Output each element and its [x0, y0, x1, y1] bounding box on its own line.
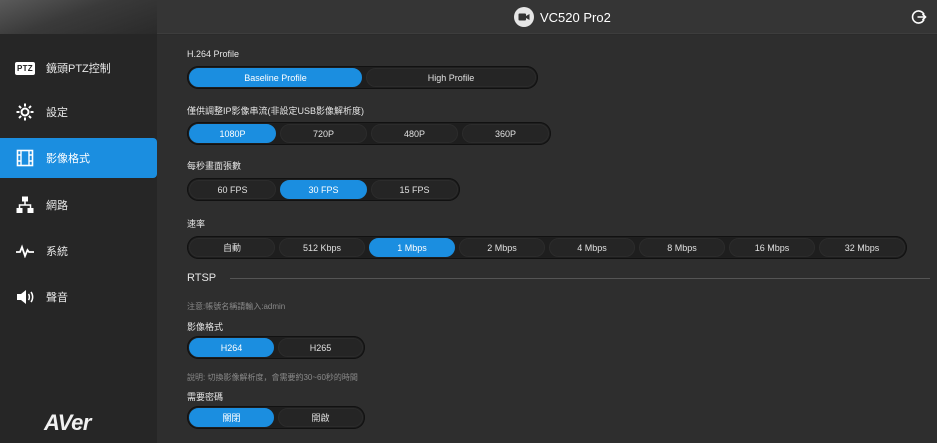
ip-resolution-label: 僅供調整IP影像串流(非設定USB影像解析度): [187, 106, 365, 116]
bitrate-label: 速率: [187, 219, 206, 229]
aver-logo: AVer: [44, 410, 91, 435]
option-bitrate-2mbps[interactable]: 2 Mbps: [459, 238, 545, 257]
rtsp-video-format-selector: H264 H265: [187, 336, 365, 359]
sidebar-item-settings[interactable]: 設定: [0, 92, 157, 132]
option-h265[interactable]: H265: [278, 338, 363, 357]
password-required-toggle: 關閉 開啟: [187, 406, 365, 429]
speaker-icon: [14, 286, 36, 308]
h264-profile-selector: Baseline Profile High Profile: [187, 66, 538, 89]
sidebar-item-audio[interactable]: 聲音: [0, 277, 157, 317]
sidebar: PTZ 鏡頭PTZ控制 設定 影像格式 網路 系統 聲音 AVer: [0, 0, 157, 443]
device-title: VC520 Pro2: [514, 7, 611, 27]
option-bitrate-16mbps[interactable]: 16 Mbps: [729, 238, 815, 257]
bitrate-selector: 自動 512 Kbps 1 Mbps 2 Mbps 4 Mbps 8 Mbps …: [187, 236, 907, 259]
option-password-on[interactable]: 開啟: [278, 408, 363, 427]
sidebar-item-video-format[interactable]: 影像格式: [0, 138, 157, 178]
rtsp-account-note: 注意:帳號名稱請輸入:admin: [187, 302, 286, 311]
option-bitrate-4mbps[interactable]: 4 Mbps: [549, 238, 635, 257]
sidebar-item-label: 系統: [46, 246, 68, 258]
ip-resolution-selector: 1080P 720P 480P 360P: [187, 122, 551, 145]
video-format-icon: [14, 147, 36, 169]
option-password-off[interactable]: 關閉: [189, 408, 274, 427]
option-60fps[interactable]: 60 FPS: [189, 180, 276, 199]
sidebar-item-ptz[interactable]: PTZ 鏡頭PTZ控制: [0, 48, 157, 88]
sidebar-item-label: 鏡頭PTZ控制: [46, 63, 111, 75]
network-icon: [14, 194, 36, 216]
sidebar-item-network[interactable]: 網路: [0, 185, 157, 225]
sidebar-item-label: 網路: [46, 200, 68, 212]
sidebar-header: [0, 0, 157, 34]
option-30fps[interactable]: 30 FPS: [280, 180, 367, 199]
option-bitrate-512kbps[interactable]: 512 Kbps: [279, 238, 365, 257]
option-360p[interactable]: 360P: [462, 124, 549, 143]
option-bitrate-32mbps[interactable]: 32 Mbps: [819, 238, 905, 257]
gear-icon: [14, 101, 36, 123]
logout-icon[interactable]: [911, 9, 927, 25]
option-baseline-profile[interactable]: Baseline Profile: [189, 68, 362, 87]
option-bitrate-8mbps[interactable]: 8 Mbps: [639, 238, 725, 257]
section-divider: [230, 278, 930, 279]
rtsp-section-title: RTSP: [187, 272, 217, 284]
option-480p[interactable]: 480P: [371, 124, 458, 143]
fps-label: 每秒畫面張數: [187, 161, 242, 171]
device-name: VC520 Pro2: [540, 9, 611, 25]
sidebar-item-label: 影像格式: [46, 153, 90, 165]
fps-selector: 60 FPS 30 FPS 15 FPS: [187, 178, 460, 201]
main-panel: H.264 Profile Baseline Profile High Prof…: [157, 35, 937, 443]
camera-icon: [514, 7, 534, 27]
sidebar-item-label: 聲音: [46, 292, 68, 304]
resolution-change-note: 說明: 切換影像解析度，會需要約30~60秒的時間: [187, 373, 358, 382]
option-1080p[interactable]: 1080P: [189, 124, 276, 143]
top-bar: VC520 Pro2: [157, 0, 937, 34]
option-15fps[interactable]: 15 FPS: [371, 180, 458, 199]
ptz-badge-icon: PTZ: [14, 61, 35, 75]
sidebar-item-system[interactable]: 系統: [0, 231, 157, 271]
h264-profile-label: H.264 Profile: [187, 49, 240, 59]
option-720p[interactable]: 720P: [280, 124, 367, 143]
option-high-profile[interactable]: High Profile: [366, 68, 536, 87]
pulse-icon: [14, 240, 36, 262]
option-bitrate-1mbps[interactable]: 1 Mbps: [369, 238, 455, 257]
sidebar-item-label: 設定: [46, 107, 68, 119]
rtsp-video-format-label: 影像格式: [187, 322, 224, 332]
password-required-label: 需要密碼: [187, 392, 224, 402]
option-bitrate-auto[interactable]: 自動: [189, 238, 275, 257]
option-h264[interactable]: H264: [189, 338, 274, 357]
